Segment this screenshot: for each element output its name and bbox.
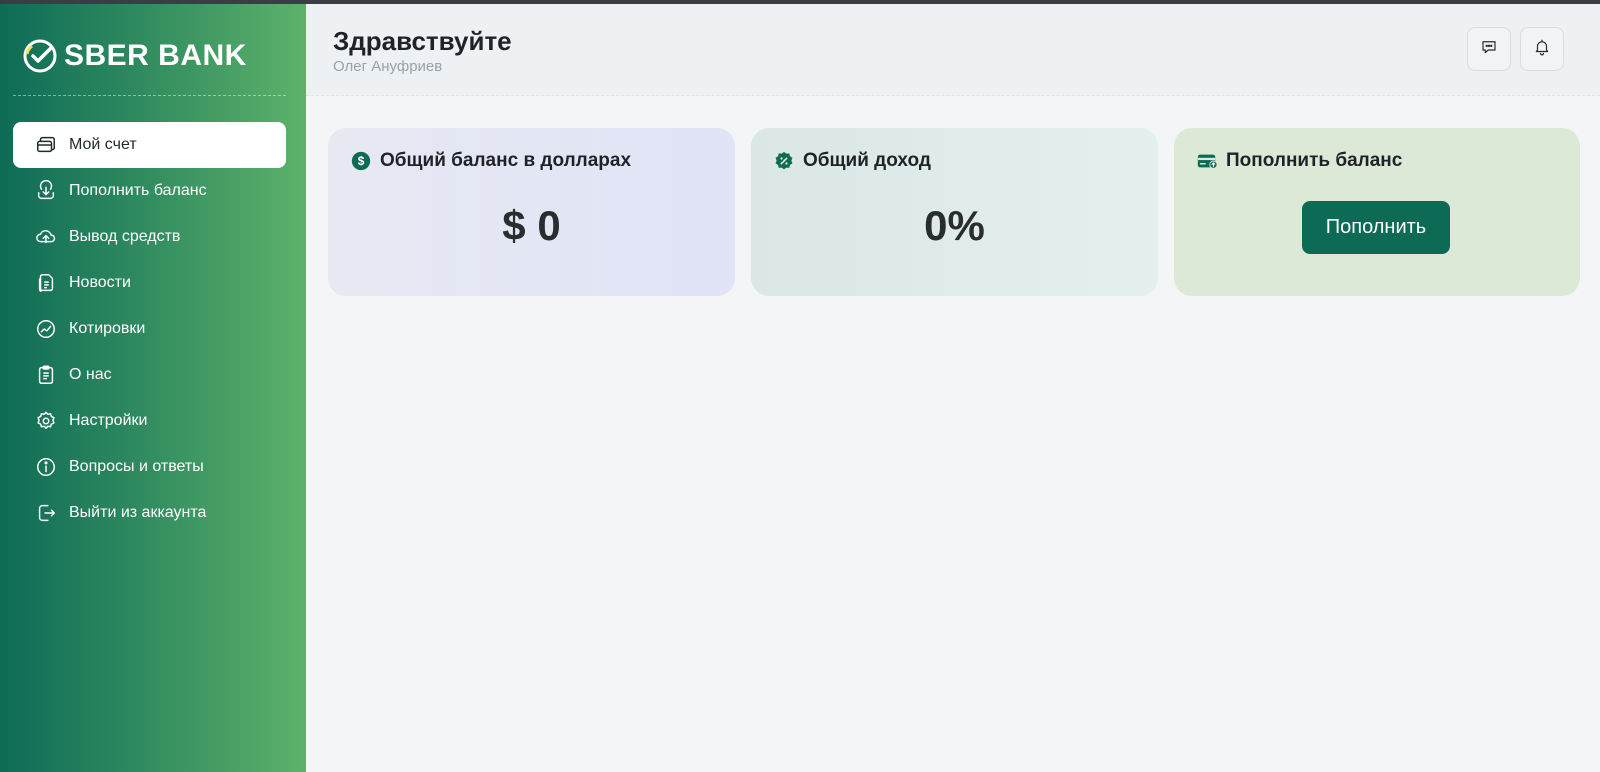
chat-icon xyxy=(1480,38,1498,61)
income-card: Общий доход 0% xyxy=(751,128,1158,296)
income-value: 0% xyxy=(924,202,985,249)
sidebar-item-label: Настройки xyxy=(69,412,148,429)
sidebar-item-logout[interactable]: Выйти из аккаунта xyxy=(13,490,286,536)
documents-icon xyxy=(35,272,57,294)
wallet-icon xyxy=(35,134,57,156)
logout-icon xyxy=(35,502,57,524)
sidebar-item-label: Вывод средств xyxy=(69,228,181,245)
topup-button[interactable]: Пополнить xyxy=(1302,201,1450,254)
gear-icon xyxy=(35,410,57,432)
sidebar-item-my-account[interactable]: Мой счет xyxy=(13,122,286,168)
sidebar-item-faq[interactable]: Вопросы и ответы xyxy=(13,444,286,490)
trend-chart-icon xyxy=(35,318,57,340)
topup-card-title: Пополнить баланс xyxy=(1196,150,1402,172)
sidebar-item-top-up[interactable]: Пополнить баланс xyxy=(13,168,286,214)
chat-button[interactable] xyxy=(1467,27,1511,71)
topup-title-text: Пополнить баланс xyxy=(1226,150,1403,171)
sidebar-item-label: Мой счет xyxy=(69,136,137,153)
upload-cloud-icon xyxy=(35,226,57,248)
sidebar-item-about[interactable]: О нас xyxy=(13,352,286,398)
bell-icon xyxy=(1533,38,1551,61)
sidebar-item-quotes[interactable]: Котировки xyxy=(13,306,286,352)
sidebar-item-label: Котировки xyxy=(69,320,146,337)
card-topup-icon xyxy=(1196,150,1218,172)
sidebar-item-withdraw[interactable]: Вывод средств xyxy=(13,214,286,260)
user-name: Олег Ануфриев xyxy=(333,58,443,75)
clipboard-icon xyxy=(35,364,57,386)
notifications-button[interactable] xyxy=(1520,27,1564,71)
income-title-text: Общий доход xyxy=(803,150,931,171)
download-icon xyxy=(35,180,57,202)
sidebar-item-settings[interactable]: Настройки xyxy=(13,398,286,444)
sidebar-item-label: Новости xyxy=(69,274,131,291)
balance-title-text: Общий баланс в долларах xyxy=(380,150,632,171)
sidebar-divider xyxy=(13,95,286,96)
topup-card: Пополнить баланс Пополнить xyxy=(1174,128,1580,296)
dollar-circle-icon: $ xyxy=(350,150,372,172)
sidebar-item-label: Выйти из аккаунта xyxy=(69,504,207,521)
balance-card: $ Общий баланс в долларах $ 0 xyxy=(328,128,735,296)
brand[interactable]: SBER BANK xyxy=(22,36,247,76)
sidebar-item-label: О нас xyxy=(69,366,112,383)
percent-badge-icon xyxy=(773,150,795,172)
page-title: Здравствуйте xyxy=(333,26,512,56)
sidebar-item-label: Пополнить баланс xyxy=(69,182,207,199)
info-icon xyxy=(35,456,57,478)
income-card-title: Общий доход xyxy=(773,150,931,172)
balance-card-title: $ Общий баланс в долларах xyxy=(350,150,631,172)
sidebar-item-news[interactable]: Новости xyxy=(13,260,286,306)
sidebar-nav: Мой счет Пополнить баланс Вывод средств xyxy=(13,122,286,536)
sber-check-logo-icon xyxy=(22,38,58,74)
page-header: Здравствуйте Олег Ануфриев xyxy=(306,4,1600,96)
sidebar-item-label: Вопросы и ответы xyxy=(69,458,204,475)
brand-name: SBER BANK xyxy=(64,39,247,72)
balance-value: $ 0 xyxy=(502,202,561,249)
svg-text:$: $ xyxy=(358,154,365,168)
sidebar: SBER BANK Мой счет Пополнить баланс Выво… xyxy=(0,4,306,772)
